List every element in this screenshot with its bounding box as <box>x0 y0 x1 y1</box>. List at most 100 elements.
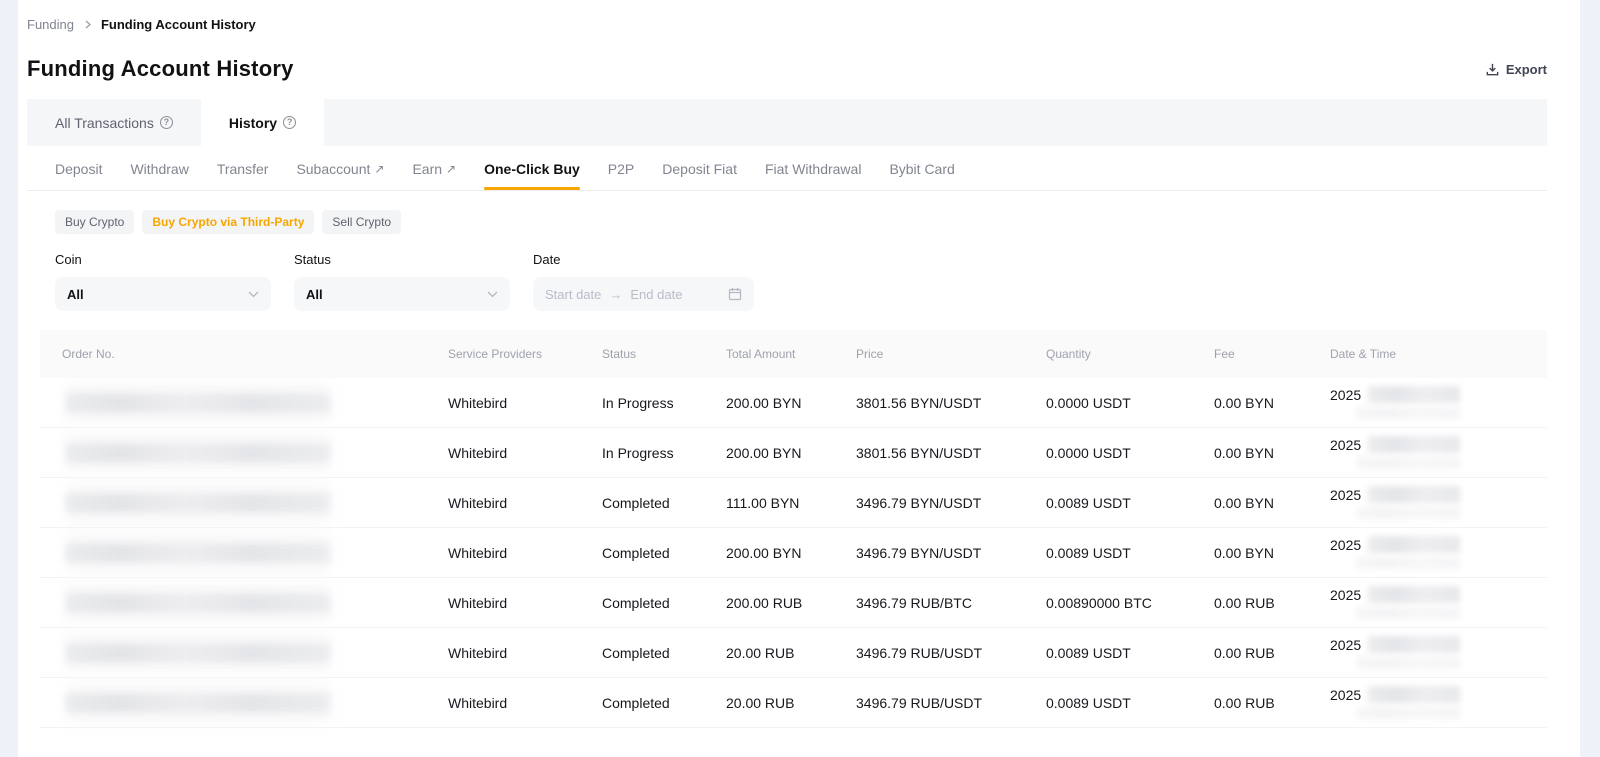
breadcrumb-current: Funding Account History <box>101 17 256 32</box>
filters-bar: Coin All Status All Date <box>55 252 1547 311</box>
quantity-cell: 0.00890000 BTC <box>1046 595 1214 611</box>
table-row: Whitebird Completed 20.00 RUB 3496.79 RU… <box>40 678 1547 728</box>
fee-cell: 0.00 BYN <box>1214 445 1330 461</box>
table-header-row: Order No.Service ProvidersStatusTotal Am… <box>40 330 1547 378</box>
tab-label: All Transactions <box>55 115 154 131</box>
subtab-one-click-buy[interactable]: One-Click Buy <box>484 161 580 190</box>
subtab-label: Withdraw <box>130 161 188 177</box>
subtab-deposit[interactable]: Deposit <box>55 161 102 190</box>
subtab-withdraw[interactable]: Withdraw <box>130 161 188 190</box>
datetime-cell: 2025 <box>1330 686 1543 719</box>
subtab-label: Subaccount <box>296 161 370 177</box>
fee-cell: 0.00 RUB <box>1214 595 1330 611</box>
subtab-earn[interactable]: Earn↗ <box>412 161 456 190</box>
total-amount-cell: 200.00 BYN <box>726 445 856 461</box>
subtab-label: Bybit Card <box>889 161 954 177</box>
fee-cell: 0.00 BYN <box>1214 545 1330 561</box>
coin-select[interactable]: All <box>55 277 271 311</box>
subtab-label: One-Click Buy <box>484 161 580 177</box>
redacted-order-no <box>66 632 330 674</box>
datetime-cell: 2025 <box>1330 636 1543 669</box>
chip-buy-crypto-via-third-party[interactable]: Buy Crypto via Third-Party <box>142 210 314 234</box>
fee-cell: 0.00 BYN <box>1214 395 1330 411</box>
date-filter: Date Start date → End date <box>533 252 754 311</box>
column-header-total-amount: Total Amount <box>726 347 856 361</box>
order-no-cell <box>62 382 448 424</box>
status-select-value: All <box>306 287 323 302</box>
quantity-cell: 0.0089 USDT <box>1046 645 1214 661</box>
tab-history[interactable]: History ? <box>201 99 324 146</box>
column-header-price: Price <box>856 347 1046 361</box>
price-cell: 3496.79 RUB/USDT <box>856 695 1046 711</box>
redacted-time <box>1356 607 1460 619</box>
total-amount-cell: 200.00 RUB <box>726 595 856 611</box>
chevron-right-icon <box>83 20 92 29</box>
subtab-transfer[interactable]: Transfer <box>217 161 269 190</box>
chevron-down-icon <box>248 291 259 298</box>
tab-label: History <box>229 115 277 131</box>
subtab-subaccount[interactable]: Subaccount↗ <box>296 161 384 190</box>
status-cell: In Progress <box>602 395 726 411</box>
subtab-p2p[interactable]: P2P <box>608 161 634 190</box>
table-row: Whitebird In Progress 200.00 BYN 3801.56… <box>40 378 1547 428</box>
redacted-order-no <box>66 382 330 424</box>
coin-filter: Coin All <box>55 252 271 311</box>
column-header-fee: Fee <box>1214 347 1330 361</box>
table-row: Whitebird Completed 20.00 RUB 3496.79 RU… <box>40 628 1547 678</box>
datetime-cell: 2025 <box>1330 486 1543 519</box>
quantity-cell: 0.0089 USDT <box>1046 495 1214 511</box>
redacted-date <box>1368 686 1460 703</box>
status-cell: Completed <box>602 495 726 511</box>
total-amount-cell: 20.00 RUB <box>726 695 856 711</box>
redacted-order-no <box>66 482 330 524</box>
info-icon: ? <box>160 116 173 129</box>
redacted-time <box>1356 707 1460 719</box>
price-cell: 3496.79 RUB/BTC <box>856 595 1046 611</box>
page-title: Funding Account History <box>27 56 294 82</box>
redacted-date <box>1368 386 1460 403</box>
status-cell: Completed <box>602 695 726 711</box>
redacted-time <box>1356 657 1460 669</box>
fee-cell: 0.00 BYN <box>1214 495 1330 511</box>
status-select[interactable]: All <box>294 277 510 311</box>
chevron-down-icon <box>487 291 498 298</box>
date-range-input[interactable]: Start date → End date <box>533 277 754 311</box>
redacted-order-no <box>66 432 330 474</box>
chip-sell-crypto[interactable]: Sell Crypto <box>322 210 401 234</box>
price-cell: 3496.79 BYN/USDT <box>856 545 1046 561</box>
date-filter-label: Date <box>533 252 754 267</box>
column-header-date-time: Date & Time <box>1330 347 1543 361</box>
status-filter-label: Status <box>294 252 510 267</box>
end-date-placeholder: End date <box>630 287 682 302</box>
column-header-order-no: Order No. <box>62 347 448 361</box>
subtab-fiat-withdrawal[interactable]: Fiat Withdrawal <box>765 161 861 190</box>
calendar-icon[interactable] <box>728 287 742 301</box>
main-tabs: All Transactions ? History ? <box>27 99 1547 146</box>
datetime-cell: 2025 <box>1330 386 1543 419</box>
export-button[interactable]: Export <box>1485 62 1547 77</box>
quantity-cell: 0.0000 USDT <box>1046 445 1214 461</box>
export-label: Export <box>1506 62 1547 77</box>
column-header-service-providers: Service Providers <box>448 347 602 361</box>
price-cell: 3496.79 BYN/USDT <box>856 495 1046 511</box>
status-cell: Completed <box>602 545 726 561</box>
order-no-cell <box>62 582 448 624</box>
redacted-date <box>1368 536 1460 553</box>
subtab-label: Transfer <box>217 161 269 177</box>
price-cell: 3801.56 BYN/USDT <box>856 395 1046 411</box>
order-no-cell <box>62 682 448 724</box>
column-header-status: Status <box>602 347 726 361</box>
table-row: Whitebird Completed 111.00 BYN 3496.79 B… <box>40 478 1547 528</box>
breadcrumb-funding-link[interactable]: Funding <box>27 17 74 32</box>
tab-all-transactions[interactable]: All Transactions ? <box>27 99 201 146</box>
coin-filter-label: Coin <box>55 252 271 267</box>
order-no-cell <box>62 432 448 474</box>
chip-buy-crypto[interactable]: Buy Crypto <box>55 210 134 234</box>
total-amount-cell: 20.00 RUB <box>726 645 856 661</box>
coin-select-value: All <box>67 287 84 302</box>
subtab-bybit-card[interactable]: Bybit Card <box>889 161 954 190</box>
status-cell: Completed <box>602 645 726 661</box>
table-row: Whitebird Completed 200.00 BYN 3496.79 B… <box>40 528 1547 578</box>
service-provider-cell: Whitebird <box>448 445 602 461</box>
subtab-deposit-fiat[interactable]: Deposit Fiat <box>662 161 737 190</box>
